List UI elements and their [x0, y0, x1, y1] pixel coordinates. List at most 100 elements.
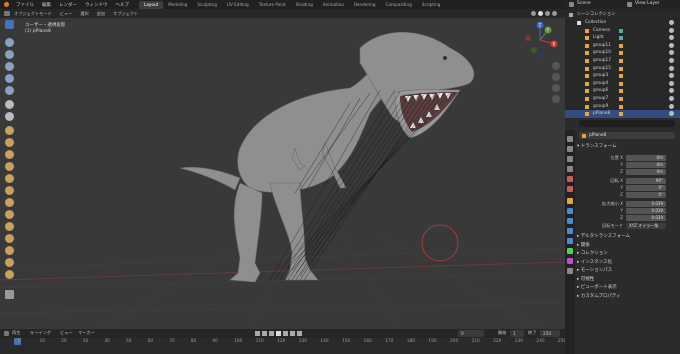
timeline-editor-icon[interactable]: [4, 331, 9, 336]
pencil-icon[interactable]: [5, 290, 14, 299]
properties-panel-header[interactable]: ▸ インスタンス化: [577, 259, 612, 265]
properties-panel-header[interactable]: ▸ 関係: [577, 242, 590, 248]
timeline[interactable]: 0 10 20 30 40 50 60 70 80 90 100 110 120 130 140 150 160…: [0, 338, 566, 354]
menu-window[interactable]: ウィンドウ: [81, 2, 112, 8]
scene-tab-icon[interactable]: [567, 176, 573, 182]
camera-view-icon[interactable]: [552, 84, 560, 92]
tab-uv-editing[interactable]: UV Editing: [222, 1, 254, 9]
rotation-y-field[interactable]: 0°: [626, 185, 666, 191]
menu-select[interactable]: 選択: [76, 11, 92, 17]
tab-animation[interactable]: Animation: [318, 1, 349, 9]
visibility-eye-icon[interactable]: [669, 111, 674, 117]
spin-tool-icon[interactable]: [5, 210, 14, 219]
loop-cut-tool-icon[interactable]: [5, 174, 14, 183]
3d-cursor[interactable]: [421, 224, 459, 262]
rotation-z-field[interactable]: 0°: [626, 192, 666, 198]
playback-controls[interactable]: [255, 331, 302, 336]
rotation-mode-dropdown[interactable]: XYZ オイラー角: [626, 223, 666, 229]
grid-view-icon[interactable]: [552, 95, 560, 103]
object-name-field[interactable]: pPlane8: [579, 132, 675, 139]
menu-marker[interactable]: マーカー: [78, 330, 95, 336]
view-layer-selector[interactable]: View Layer: [635, 1, 660, 6]
visibility-eye-icon[interactable]: [669, 65, 674, 71]
particles-tab-icon[interactable]: [567, 218, 573, 224]
scale-x-field[interactable]: 0.039: [626, 201, 666, 207]
object-tab-icon[interactable]: [567, 198, 573, 204]
pan-hand-icon[interactable]: [552, 73, 560, 81]
properties-panel-header[interactable]: ▸ コレクション: [577, 250, 608, 256]
blender-logo-icon[interactable]: [4, 2, 9, 7]
tool-tab-icon[interactable]: [567, 136, 573, 142]
inset-tool-icon[interactable]: [5, 150, 14, 159]
physics-tab-icon[interactable]: [567, 228, 573, 234]
visibility-eye-icon[interactable]: [669, 35, 674, 41]
poly-build-tool-icon[interactable]: [5, 198, 14, 207]
menu-render[interactable]: レンダー: [55, 2, 81, 8]
tab-layout[interactable]: Layout: [139, 0, 164, 9]
menu-playback[interactable]: 再生: [12, 330, 20, 336]
edge-slide-tool-icon[interactable]: [5, 234, 14, 243]
transform-tool-icon[interactable]: [5, 86, 14, 95]
material-tab-icon[interactable]: [567, 258, 573, 264]
modifier-tab-icon[interactable]: [567, 208, 573, 214]
annotate-tool-icon[interactable]: [5, 100, 14, 109]
visibility-eye-icon[interactable]: [669, 27, 674, 33]
extrude-tool-icon[interactable]: [5, 138, 14, 147]
render-tab-icon[interactable]: [567, 146, 573, 152]
properties-panel-header[interactable]: ▸ モーションパス: [577, 267, 612, 273]
select-tool-icon[interactable]: [5, 20, 14, 29]
properties-panel-header[interactable]: ▸ デルタトランスフォーム: [577, 233, 630, 239]
scale-z-field[interactable]: 0.039: [626, 215, 666, 221]
location-x-field[interactable]: 0m: [626, 155, 666, 161]
mode-selector[interactable]: オブジェクトモード: [10, 11, 56, 17]
menu-view[interactable]: ビュー: [56, 11, 77, 17]
navigation-gizmo[interactable]: X Y Z: [520, 20, 560, 60]
3d-viewport[interactable]: ユーザー・透視投影 (1) pPlane8: [0, 18, 565, 329]
view-layer-tab-icon[interactable]: [567, 166, 573, 172]
shrink-tool-icon[interactable]: [5, 246, 14, 255]
measure-tool-icon[interactable]: [5, 112, 14, 121]
menu-object[interactable]: オブジェクト: [109, 11, 142, 17]
tab-sculpting[interactable]: Sculpting: [192, 1, 222, 9]
rip-tool-icon[interactable]: [5, 270, 14, 279]
zoom-icon[interactable]: [552, 62, 560, 70]
properties-panel-header[interactable]: ▸ カスタムプロパティ: [577, 293, 621, 299]
scale-y-field[interactable]: 0.039: [626, 208, 666, 214]
menu-edit[interactable]: 編集: [38, 2, 55, 8]
world-tab-icon[interactable]: [567, 186, 573, 192]
data-tab-icon[interactable]: [567, 248, 573, 254]
properties-search[interactable]: [579, 120, 675, 127]
start-frame-field[interactable]: 1: [510, 330, 524, 337]
smooth-tool-icon[interactable]: [5, 222, 14, 231]
rotation-x-field[interactable]: 90°: [626, 178, 666, 184]
scene-selector[interactable]: Scene: [577, 1, 591, 6]
visibility-eye-icon[interactable]: [669, 58, 674, 63]
menu-add[interactable]: 追加: [93, 11, 109, 17]
texture-tab-icon[interactable]: [567, 268, 573, 274]
output-tab-icon[interactable]: [567, 156, 573, 162]
scale-tool-icon[interactable]: [5, 74, 14, 83]
tab-shading[interactable]: Shading: [291, 1, 318, 9]
transform-panel-header[interactable]: ▾ トランスフォーム: [577, 143, 616, 149]
visibility-eye-icon[interactable]: [669, 20, 674, 25]
visibility-eye-icon[interactable]: [669, 88, 674, 94]
viewport-shading-buttons[interactable]: [527, 11, 565, 16]
end-frame-field[interactable]: 250: [540, 330, 560, 337]
rotate-tool-icon[interactable]: [5, 62, 14, 71]
t-rex-model[interactable]: [179, 32, 475, 283]
tab-compositing[interactable]: Compositing: [381, 1, 417, 9]
tab-scripting[interactable]: Scripting: [417, 1, 446, 9]
outliner-row[interactable]: pPlane8: [565, 110, 680, 119]
add-cube-tool-icon[interactable]: [5, 126, 14, 135]
tab-rendering[interactable]: Rendering: [349, 1, 380, 9]
shear-tool-icon[interactable]: [5, 258, 14, 267]
tab-modeling[interactable]: Modeling: [163, 1, 192, 9]
visibility-eye-icon[interactable]: [669, 50, 674, 56]
visibility-eye-icon[interactable]: [669, 103, 674, 109]
tab-texture-paint[interactable]: Texture Paint: [254, 1, 291, 9]
bevel-tool-icon[interactable]: [5, 162, 14, 171]
knife-tool-icon[interactable]: [5, 186, 14, 195]
move-tool-icon[interactable]: [5, 50, 14, 59]
location-z-field[interactable]: 0m: [626, 169, 666, 175]
current-frame-field[interactable]: 0: [458, 330, 484, 337]
